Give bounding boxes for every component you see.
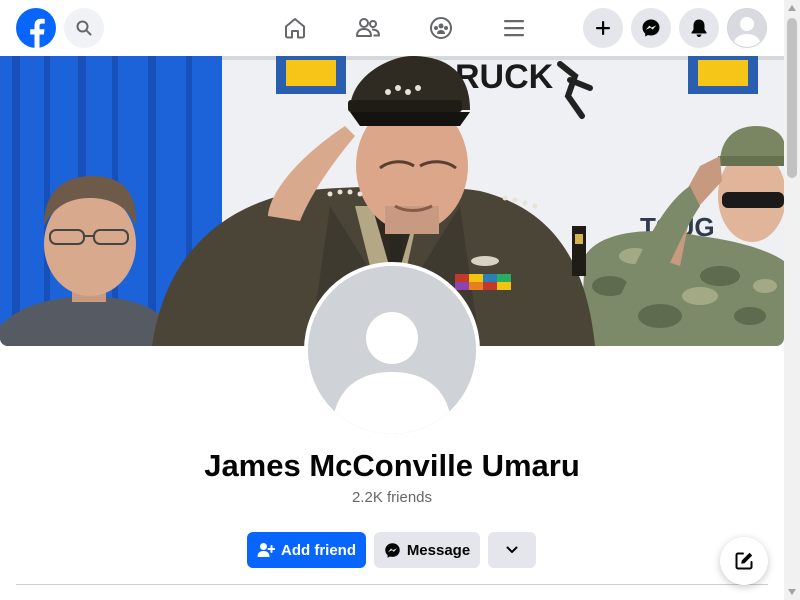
- friends-icon: [355, 18, 380, 37]
- notifications-button[interactable]: [679, 8, 719, 48]
- compose-icon: [735, 552, 753, 570]
- profile-picture[interactable]: [304, 262, 480, 438]
- scrollbar-thumb[interactable]: [787, 18, 797, 178]
- page-scrollbar[interactable]: [784, 0, 800, 600]
- groups-icon: [429, 17, 452, 39]
- home-icon: [284, 18, 305, 39]
- profile-page: RUCK TOUG: [0, 0, 800, 600]
- search-button[interactable]: [64, 8, 104, 48]
- facebook-logo-icon[interactable]: [16, 8, 56, 48]
- tab-menu[interactable]: [477, 0, 550, 56]
- message-label: Message: [406, 541, 471, 559]
- profile-name: James McConville Umaru: [204, 448, 580, 483]
- chevron-down-icon: [506, 546, 518, 553]
- main-navigation: [258, 0, 550, 56]
- search-icon: [76, 20, 92, 36]
- top-navigation-bar: [0, 0, 784, 56]
- scroll-up-arrow-icon[interactable]: [784, 0, 800, 16]
- messenger-icon: [384, 542, 401, 559]
- add-friend-icon: [257, 542, 275, 558]
- friends-count-link[interactable]: 2.2K friends: [0, 489, 784, 506]
- add-friend-label: Add friend: [281, 541, 356, 559]
- bell-icon: [691, 19, 707, 37]
- create-button[interactable]: [583, 8, 623, 48]
- plus-icon: [596, 21, 610, 35]
- messenger-button[interactable]: [631, 8, 671, 48]
- message-button[interactable]: Message: [374, 532, 480, 568]
- default-avatar-icon: [308, 266, 476, 434]
- tab-friends[interactable]: [331, 0, 404, 56]
- tab-groups[interactable]: [404, 0, 477, 56]
- section-divider: [16, 584, 768, 585]
- messenger-icon: [642, 19, 660, 37]
- more-options-button[interactable]: [488, 532, 536, 568]
- menu-icon: [503, 20, 524, 37]
- default-avatar-icon: [728, 9, 766, 47]
- svg-text:RUCK: RUCK: [455, 58, 554, 96]
- account-avatar[interactable]: [727, 8, 767, 48]
- scroll-down-arrow-icon[interactable]: [784, 584, 800, 600]
- add-friend-button[interactable]: Add friend: [247, 532, 366, 568]
- new-message-button[interactable]: [720, 537, 768, 585]
- tab-home[interactable]: [258, 0, 331, 56]
